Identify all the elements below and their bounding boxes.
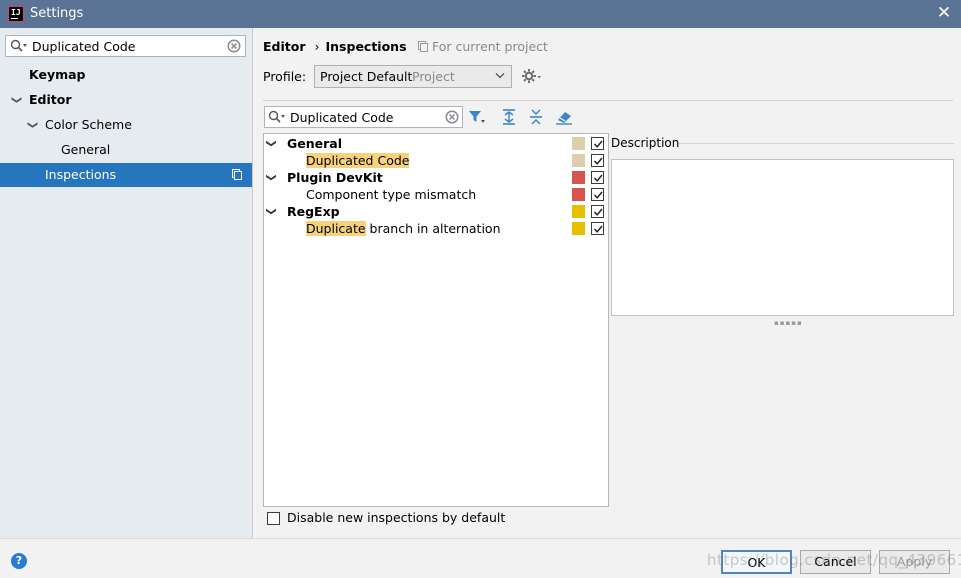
tree-group-general[interactable]: ❯ General (264, 135, 608, 152)
sidebar-item-inspections[interactable]: Inspections (0, 163, 252, 187)
inspection-checkbox[interactable] (591, 222, 604, 235)
filter-icon[interactable] (468, 108, 486, 126)
checkmark-icon (593, 225, 603, 233)
dialog-footer: ? OK Cancel Apply https://blog.csdn.net/… (0, 538, 961, 578)
settings-search-input[interactable]: Duplicated Code (5, 35, 246, 57)
inspection-filter-input[interactable]: Duplicated Code (264, 106, 463, 128)
search-icon (268, 110, 285, 123)
chevron-down-icon[interactable]: ❯ (20, 121, 44, 129)
tree-group-regexp[interactable]: ❯ RegExp (264, 203, 608, 220)
inspection-checkbox[interactable] (591, 137, 604, 150)
severity-weak-warning-swatch (572, 154, 585, 167)
chevron-down-icon[interactable]: ❯ (4, 96, 28, 104)
chevron-down-icon[interactable]: ❯ (263, 207, 280, 215)
scope-note: For current project (418, 39, 548, 54)
chevron-down-icon[interactable]: ❯ (263, 173, 280, 181)
project-scope-icon (232, 169, 242, 180)
tree-item-duplicate-branch[interactable]: Duplicate branch in alternation (264, 220, 608, 237)
tree-item-component-type-mismatch[interactable]: Component type mismatch (264, 186, 608, 203)
checkmark-icon (593, 191, 603, 199)
tree-group-plugin-devkit[interactable]: ❯ Plugin DevKit (264, 169, 608, 186)
expand-all-icon[interactable] (500, 108, 518, 126)
sidebar-item-editor[interactable]: ❯ Editor (0, 88, 252, 112)
checkmark-icon (593, 157, 603, 165)
inspection-checkbox[interactable] (591, 171, 604, 184)
divider (679, 143, 954, 144)
settings-sidebar: Duplicated Code Keymap ❯ Editor ❯ Color … (0, 28, 253, 538)
gear-icon[interactable] (522, 68, 542, 84)
tree-item-duplicated-code[interactable]: Duplicated Code (264, 152, 608, 169)
clear-search-icon[interactable] (227, 39, 241, 53)
chevron-down-icon[interactable]: ❯ (263, 139, 280, 147)
profile-label: Profile: (263, 69, 307, 84)
breadcrumb: Editor › Inspections For current project (263, 39, 548, 54)
window-title: Settings (30, 6, 84, 21)
project-scope-icon (418, 41, 428, 52)
inspection-checkbox[interactable] (591, 205, 604, 218)
severity-error-swatch (572, 188, 585, 201)
description-label: Description (611, 136, 680, 150)
divider (263, 100, 953, 101)
disable-new-inspections-checkbox[interactable] (267, 512, 280, 525)
help-icon[interactable]: ? (11, 553, 27, 569)
checkmark-icon (593, 208, 603, 216)
checkmark-icon (593, 174, 603, 182)
severity-warning-swatch (572, 205, 585, 218)
search-icon (10, 39, 27, 52)
sidebar-item-keymap[interactable]: Keymap (0, 63, 252, 87)
severity-weak-warning-swatch (572, 137, 585, 150)
sidebar-item-general[interactable]: General (0, 138, 252, 162)
chevron-down-icon (495, 73, 505, 79)
disable-new-inspections-label: Disable new inspections by default (287, 510, 506, 525)
splitter-grip-icon[interactable]: ▪▪▪▪▪ (774, 319, 803, 327)
reset-to-default-icon[interactable] (555, 108, 573, 126)
filter-text: Duplicated Code (290, 110, 394, 125)
watermark: https://blog.csdn.net/qq_43966129 (707, 551, 961, 569)
intellij-icon: IJ (8, 6, 24, 22)
checkmark-icon (593, 140, 603, 148)
inspection-checkbox[interactable] (591, 154, 604, 167)
search-text: Duplicated Code (32, 39, 136, 54)
close-icon[interactable]: ✕ (935, 3, 953, 23)
sidebar-item-color-scheme[interactable]: ❯ Color Scheme (0, 113, 252, 137)
collapse-all-icon[interactable] (527, 108, 545, 126)
severity-error-swatch (572, 171, 585, 184)
clear-search-icon[interactable] (445, 110, 459, 124)
inspections-panel: Editor › Inspections For current project P… (254, 28, 961, 538)
severity-warning-swatch (572, 222, 585, 235)
search-highlight: Duplicate (306, 221, 366, 236)
profile-dropdown[interactable]: Project Default Project (314, 65, 512, 88)
inspection-checkbox[interactable] (591, 188, 604, 201)
inspections-tree[interactable]: ❯ General Duplicated Code ❯ Plugin DevKi… (263, 133, 609, 507)
search-highlight: Duplicated Code (306, 153, 410, 168)
description-panel (611, 159, 954, 316)
title-bar: IJ Settings ✕ (0, 0, 961, 28)
